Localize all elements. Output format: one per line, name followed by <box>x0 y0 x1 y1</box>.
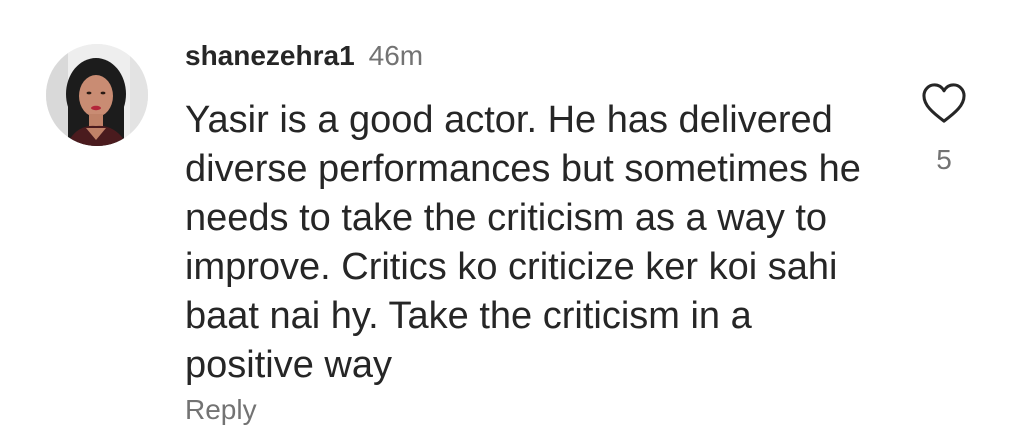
timestamp: 46m <box>368 40 424 71</box>
heart-outline-icon <box>922 83 966 123</box>
avatar[interactable] <box>46 44 148 146</box>
comment-item: shanezehra1 46m Yasir is a good actor. H… <box>0 0 1024 448</box>
avatar-image <box>46 44 148 146</box>
comment-header: shanezehra1 46m <box>185 40 423 80</box>
reply-button[interactable]: Reply <box>185 394 257 426</box>
like-count: 5 <box>936 144 952 175</box>
like-button[interactable] <box>917 78 971 128</box>
comment-text: Yasir is a good actor. He has delivered … <box>185 99 861 386</box>
username[interactable]: shanezehra1 <box>185 40 355 72</box>
